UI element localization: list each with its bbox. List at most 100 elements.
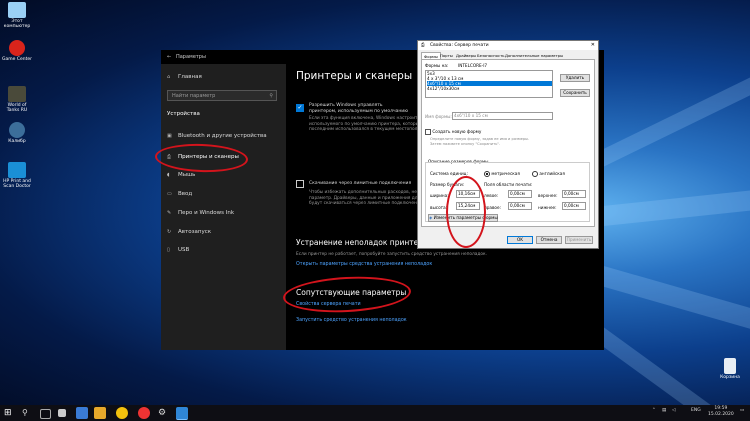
network-icon[interactable]: ▤ [662,408,666,413]
run-troubleshooter-link[interactable]: Запустить средство устранения неполадок [296,318,407,323]
troubleshoot-desc: Если принтер не работает, попробуйте зап… [296,252,487,257]
desktop-icon-label: Этот компьютер [3,19,31,29]
sidebar-item-input[interactable]: ▭ Ввод [167,188,192,200]
home-icon: ⌂ [167,74,171,80]
volume-icon[interactable]: ◁ [672,408,675,413]
sidebar-item-label: Мышь [178,172,196,178]
usb-icon: ▯ [167,247,170,253]
bottom-margin-label: нижнее: [538,205,557,210]
tab-security[interactable]: Безопасность [475,52,507,59]
right-margin-field[interactable]: 0,00см [508,202,532,210]
form-name-field[interactable]: 4x6"/10 x 15 см [452,112,553,120]
unit-english-radio[interactable]: английская [532,171,565,177]
default-printer-checkbox[interactable]: ✓ [296,104,304,112]
checkbox-box [425,129,431,135]
sidebar-item-label: Главная [178,74,202,80]
save-button[interactable]: Сохранить [560,89,590,97]
settings-title: Параметры [175,54,206,60]
shield-icon: ◈ [429,215,433,220]
tray-arrow-icon[interactable]: ⌃ [652,408,656,413]
cancel-button[interactable]: Отмена [536,236,562,244]
height-label: высота: [430,205,448,210]
unit-metric-radio[interactable]: метрическая [484,171,520,177]
start-windows-icon[interactable]: ⊞ [4,407,16,419]
units-label: Система единиц: [430,171,468,176]
sidebar-item-label: Автозапуск [178,229,212,235]
back-arrow-icon[interactable]: ← [167,54,171,60]
list-item[interactable]: 4x12"/10x30см [427,86,552,91]
autoplay-icon: ↻ [167,229,172,235]
apply-button[interactable]: Применить [565,236,593,244]
pen-icon: ✎ [167,210,172,216]
search-input[interactable]: Найти параметр ⚲ [167,90,277,101]
troubleshoot-link[interactable]: Открыть параметры средства устранения не… [296,262,432,267]
clock[interactable]: 19:59 15.02.2020 [708,406,734,418]
sidebar-item-autoplay[interactable]: ↻ Автозапуск [167,226,211,238]
left-margin-label: левое: [484,193,499,198]
desktop-icon-recycle-bin[interactable]: Корзина [712,358,748,380]
desktop-icon-label: World of Tanks RU [6,103,28,113]
default-printer-label: Разрешить Windows управлять принтером, и… [309,103,409,114]
kalibr-icon [9,122,25,138]
chrome-icon[interactable] [116,407,128,419]
sidebar-item-bluetooth[interactable]: ▣ Bluetooth и другие устройства [167,130,267,142]
sidebar-item-usb[interactable]: ▯ USB [167,244,189,256]
form-name-label: Имя формы: [425,114,452,119]
desktop-icon-world-of-tanks[interactable]: World of Tanks RU [2,86,32,113]
dialog-title: Свойства: Сервер печати [430,43,489,48]
print-server-dialog: ⎙ Свойства: Сервер печати ✕ Формы Порты … [417,40,599,249]
ok-button[interactable]: OK [507,236,533,244]
clock-date: 15.02.2020 [708,412,734,417]
search-icon: ⚲ [269,93,273,99]
search-placeholder: Найти параметр [172,93,216,99]
folder-icon[interactable] [94,407,106,419]
desktop-icon-hp-doctor[interactable]: HP Print and Scan Doctor [2,162,32,189]
radio-icon [532,171,538,177]
desktop-icon-this-pc[interactable]: Этот компьютер [2,2,32,29]
create-new-form-checkbox[interactable]: Создать новую форму [425,129,481,135]
sidebar-item-label: Перо и Windows Ink [178,210,235,216]
desktop-icon-label: Корзина [720,375,740,380]
right-margin-label: правое: [484,205,501,210]
settings-sidebar: ⌂ Главная Найти параметр ⚲ Устройства ▣ Bl… [161,64,286,350]
search-icon[interactable]: ⚲ [22,407,34,419]
width-label: ширина: [430,193,449,198]
gear-icon[interactable]: ⚙ [158,407,170,419]
left-margin-field[interactable]: 0,00см [508,190,532,198]
world-of-tanks-icon [8,86,26,102]
forms-on-label: Формы на: [425,63,449,68]
troubleshoot-heading: Устранение неполадок принтера [296,238,428,247]
unit-metric-label: метрическая [491,171,520,176]
mouse-icon: ◖ [167,172,170,178]
tab-advanced[interactable]: Дополнительные параметры [503,52,565,59]
forms-list[interactable]: 5x3 4 x 3"/10 x 13 см 4x6"/10 x 15 см 4x… [425,70,553,98]
desktop-icon-label: HP Print and Scan Doctor [3,179,31,189]
sidebar-item-pen[interactable]: ✎ Перо и Windows Ink [167,207,234,219]
sidebar-item-label: Bluetooth и другие устройства [178,133,267,139]
sidebar-item-home[interactable]: ⌂ Главная [167,71,202,83]
tab-ports[interactable]: Порты [438,52,455,59]
top-margin-field[interactable]: 0,00см [562,190,586,198]
delete-button[interactable]: Удалить [560,74,590,82]
language-indicator[interactable]: ENG [691,408,701,413]
settings-app-icon[interactable] [176,407,188,420]
desktop-icon-kalibr[interactable]: Калибр [2,122,32,144]
task-view-icon[interactable] [40,409,51,419]
metered-checkbox[interactable] [296,180,304,188]
computer-icon [8,2,26,18]
yandex-icon[interactable] [138,407,150,419]
create-new-form-label: Создать новую форму [432,129,482,134]
shield-icon[interactable] [58,409,66,417]
desktop-icon-game-center[interactable]: Game Center [2,40,32,62]
keyboard-icon: ▭ [167,191,172,197]
bluetooth-icon: ▣ [167,133,172,139]
bottom-margin-field[interactable]: 0,00см [562,202,586,210]
forms-on-value: INTELCORE-I7 [458,63,488,68]
desktop-icon-label: Game Center [2,57,32,62]
steam-icon[interactable] [76,407,88,419]
close-icon[interactable]: ✕ [591,41,595,50]
unit-english-label: английская [539,171,565,176]
create-hint: Определите новую форму, задав ее имя и р… [430,137,530,146]
sidebar-section-title: Устройства [167,111,200,117]
notification-icon[interactable]: ▭ [740,408,744,413]
